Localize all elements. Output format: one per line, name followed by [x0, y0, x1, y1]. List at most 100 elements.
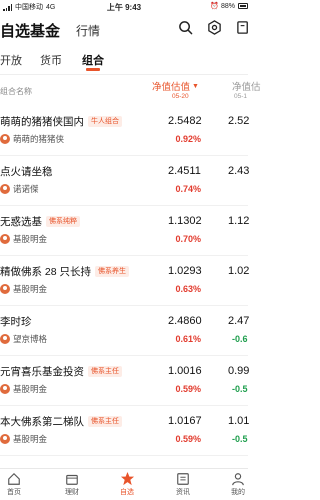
tab-market[interactable]: 行情	[76, 22, 100, 39]
status-bar: 中国移动 4G 上午 9:43 ⏰ 88%	[0, 0, 248, 14]
sort-desc-icon: ▼	[192, 82, 199, 90]
tab-news-label: 资讯	[176, 489, 190, 496]
status-right: ⏰ 88%	[210, 2, 248, 10]
owner-name: 望京博格	[13, 334, 48, 344]
change-percent-2: -0.6	[232, 334, 248, 344]
nav-value: 1.0167	[168, 415, 202, 427]
portfolio-name: 元宵喜乐基金投资	[0, 366, 84, 378]
change-percent: 0.59%	[175, 384, 201, 394]
portfolio-title: 萌萌的猪猪侠国内 牛人组合	[0, 114, 122, 129]
home-icon	[6, 471, 22, 486]
portfolio-name: 点火请坐稳	[0, 166, 53, 178]
nav-value: 2.4860	[168, 315, 202, 327]
settings-icon[interactable]	[206, 19, 223, 36]
portfolio-tag: 佛系主任	[88, 366, 122, 377]
header: 自选基金 行情	[0, 16, 248, 44]
list-item[interactable]: 无惑选基 佛系纯粹基股明金 1.1302 0.70% 1.12	[0, 206, 250, 256]
page-title[interactable]: 自选基金	[0, 20, 60, 41]
list-item[interactable]: 本大佛系第二梯队 佛系主任基股明金 1.0167 0.59% 1.01 -0.5	[0, 406, 250, 456]
list-item[interactable]: 李时珍 望京博格 2.4860 0.61% 2.47 -0.6	[0, 306, 249, 356]
change-percent: 0.74%	[175, 184, 201, 194]
avatar	[0, 384, 10, 394]
tab-home[interactable]: 首页	[0, 471, 34, 500]
avatar	[0, 184, 10, 194]
portfolio-owner: 萌萌的猪猪侠	[0, 133, 64, 145]
change-percent: 0.70%	[175, 234, 201, 244]
nav-value-2: 1.01	[228, 415, 250, 427]
battery-icon	[238, 3, 248, 9]
owner-name: 诺诺傑	[13, 184, 39, 194]
portfolio-owner: 基股明金	[0, 383, 47, 395]
portfolio-title: 精做佛系 28 只长持 佛系养生	[0, 264, 130, 279]
list-item[interactable]: 元宵喜乐基金投资 佛系主任基股明金 1.0016 0.59% 0.99 -0.5	[0, 356, 250, 406]
change-percent-2: -0.5	[232, 384, 248, 394]
search-icon[interactable]	[177, 19, 194, 36]
portfolio-name: 李时珍	[0, 316, 32, 328]
owner-name: 基股明金	[13, 234, 48, 244]
tab-mine[interactable]: 我的	[218, 471, 258, 500]
change-percent-2: -0.5	[232, 434, 248, 444]
nav-value-2: 0.99	[228, 365, 250, 377]
tab-watchlist-label: 自选	[120, 489, 134, 496]
tab-home-label: 首页	[7, 489, 21, 496]
tab-mine-label: 我的	[231, 489, 245, 496]
nav-value: 1.0016	[168, 365, 202, 377]
tab-wealth[interactable]: 理财	[52, 471, 92, 500]
nav-estimate-date: 05-20	[172, 93, 189, 100]
nav-estimate-column[interactable]: 净值估值 ▼	[152, 79, 199, 93]
news-icon	[175, 471, 191, 486]
owner-name: 萌萌的猪猪侠	[13, 134, 65, 144]
nav-value: 2.4511	[168, 165, 201, 177]
divider	[0, 74, 248, 75]
tab-news[interactable]: 资讯	[163, 471, 203, 500]
owner-name: 基股明金	[13, 434, 48, 444]
subtab-bar: 开放 货币 组合	[0, 48, 248, 72]
nav-column-2[interactable]: 净值估	[232, 79, 261, 93]
nav-value: 2.5482	[168, 115, 202, 127]
tab-watchlist[interactable]: 自选	[107, 471, 147, 500]
portfolio-owner: 望京博格	[0, 333, 47, 345]
subtab-open[interactable]: 开放	[0, 52, 22, 68]
subtab-portfolio[interactable]: 组合	[82, 52, 104, 68]
star-icon	[119, 471, 135, 486]
owner-name: 基股明金	[13, 284, 48, 294]
avatar	[0, 434, 10, 444]
column-header: 组合名称 净值估值 ▼ 05-20 净值估 05-1	[0, 78, 261, 104]
nav-estimate-label: 净值估值	[152, 82, 191, 93]
portfolio-name: 无惑选基	[0, 216, 42, 228]
portfolio-title: 李时珍	[0, 314, 32, 329]
owner-name: 基股明金	[13, 384, 48, 394]
nav-value-2: 2.52	[228, 115, 250, 127]
wallet-icon	[64, 471, 80, 486]
portfolio-tag: 佛系养生	[95, 266, 130, 277]
change-percent: 0.63%	[175, 284, 201, 294]
portfolio-name: 精做佛系 28 只长持	[0, 266, 92, 278]
portfolio-tag: 牛人组合	[88, 116, 122, 127]
avatar	[0, 234, 10, 244]
portfolio-owner: 诺诺傑	[0, 183, 39, 195]
active-tab-indicator	[86, 68, 100, 71]
avatar	[0, 334, 10, 344]
portfolio-owner: 基股明金	[0, 283, 47, 295]
tab-wealth-label: 理财	[65, 489, 79, 496]
subtab-money[interactable]: 货币	[40, 52, 62, 68]
nav-value-2: 1.12	[228, 215, 250, 227]
portfolio-tag: 佛系主任	[88, 416, 122, 427]
list-item[interactable]: 点火请坐稳 诺诺傑 2.4511 0.74% 2.43	[0, 156, 249, 206]
edit-icon[interactable]	[235, 19, 252, 36]
portfolio-title: 本大佛系第二梯队 佛系主任	[0, 414, 122, 429]
battery-label: 88%	[220, 2, 235, 10]
list-item[interactable]: 精做佛系 28 只长持 佛系养生基股明金 1.0293 0.63% 1.02	[0, 256, 250, 306]
nav-value-2: 1.02	[228, 265, 250, 277]
list-item[interactable]: 萌萌的猪猪侠国内 牛人组合 萌萌的猪猪侠 2.5482 0.92% 2.52	[0, 106, 250, 156]
column-name-label: 组合名称	[0, 87, 32, 96]
nav-value: 1.1302	[168, 215, 202, 227]
portfolio-list: 萌萌的猪猪侠国内 牛人组合 萌萌的猪猪侠 2.5482 0.92% 2.52 点火请坐稳 诺诺…	[0, 106, 250, 456]
portfolio-title: 点火请坐稳	[0, 164, 53, 179]
alarm-icon: ⏰	[210, 3, 219, 10]
user-icon	[230, 471, 246, 486]
portfolio-tag: 佛系纯粹	[46, 216, 80, 227]
avatar	[0, 284, 10, 294]
change-percent: 0.59%	[175, 434, 201, 444]
nav-value: 1.0293	[168, 265, 202, 277]
